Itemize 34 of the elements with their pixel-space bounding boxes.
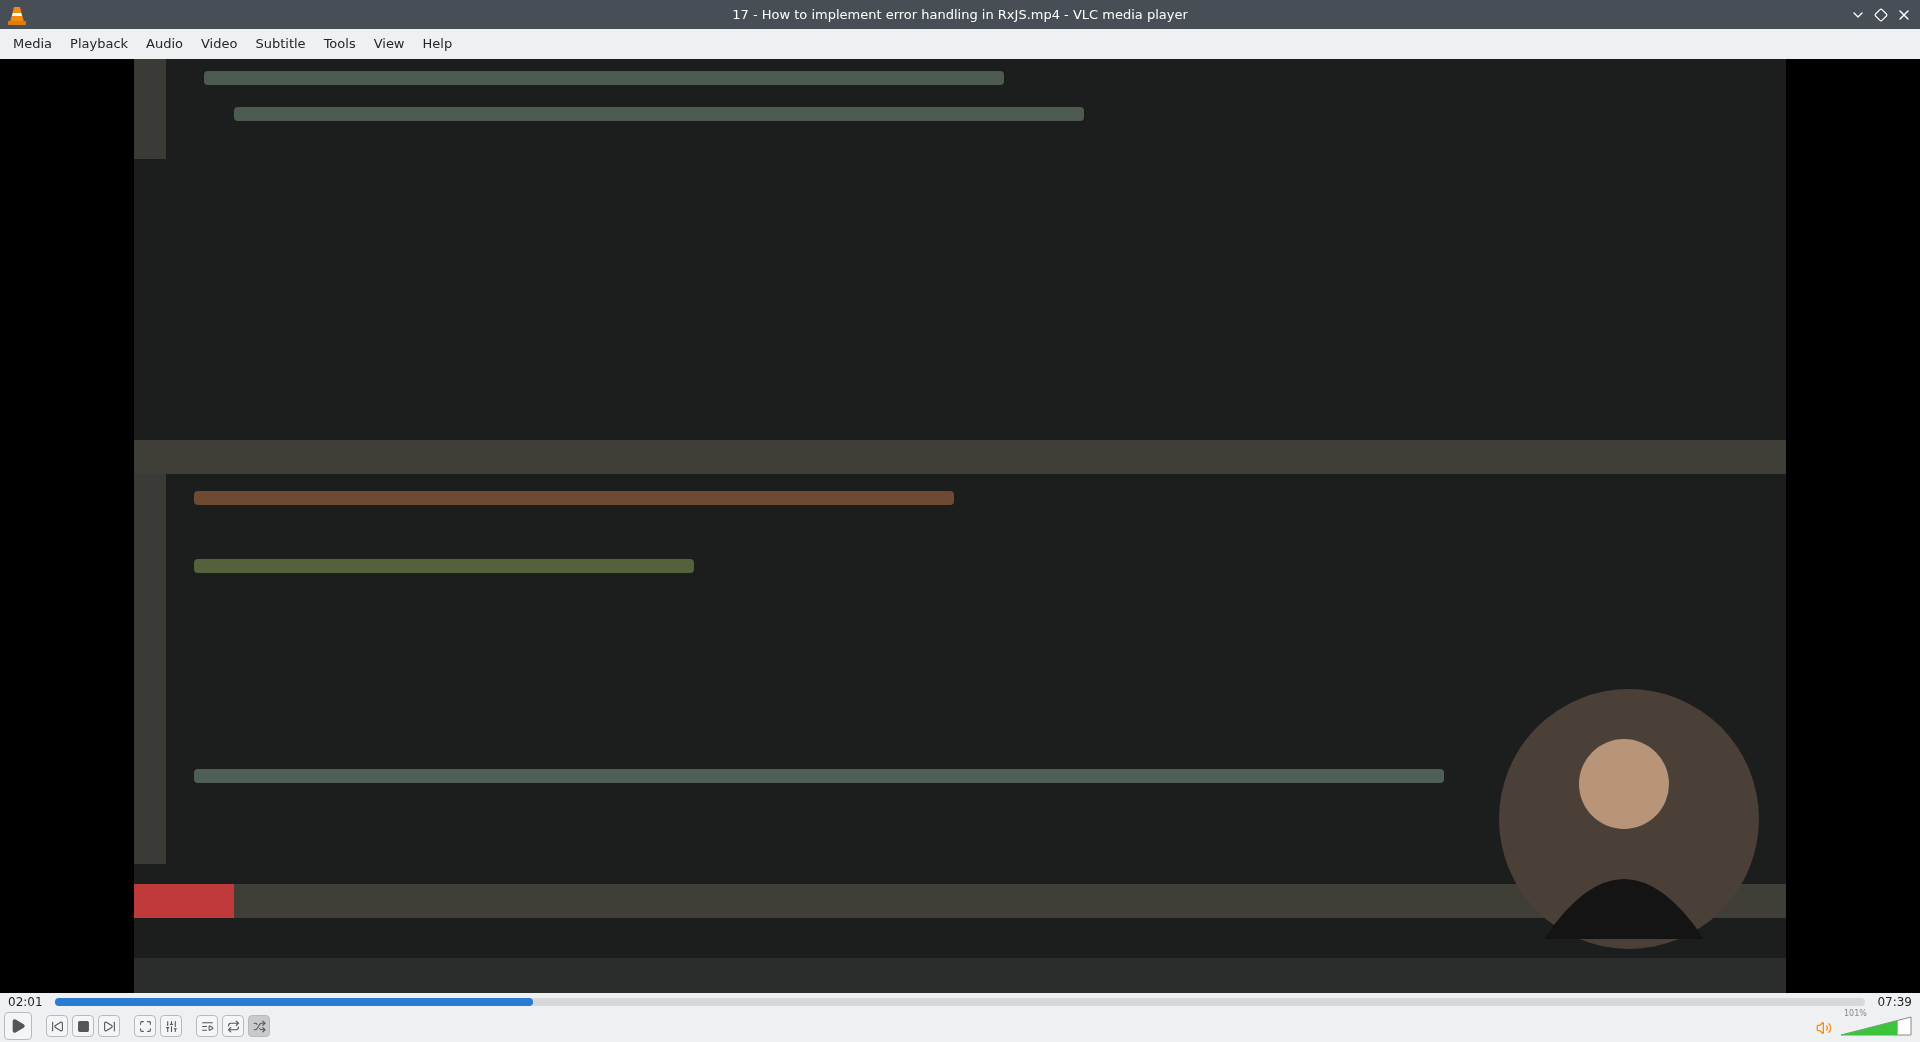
sliders-icon bbox=[164, 1019, 178, 1033]
total-time: 07:39 bbox=[1877, 993, 1912, 1011]
next-icon bbox=[102, 1019, 116, 1033]
menu-item[interactable]: Audio bbox=[137, 34, 192, 54]
fullscreen-icon bbox=[138, 1019, 152, 1033]
stop-icon bbox=[76, 1019, 90, 1033]
play-icon bbox=[10, 1018, 26, 1034]
next-button[interactable] bbox=[98, 1015, 120, 1037]
settings-button[interactable] bbox=[160, 1015, 182, 1037]
fullscreen-button[interactable] bbox=[134, 1015, 156, 1037]
playlist-icon bbox=[200, 1019, 214, 1033]
loop-button[interactable] bbox=[222, 1015, 244, 1037]
previous-button[interactable] bbox=[46, 1015, 68, 1037]
elapsed-time: 02:01 bbox=[8, 993, 43, 1011]
menu-item[interactable]: Video bbox=[192, 34, 247, 54]
stop-button[interactable] bbox=[72, 1015, 94, 1037]
shuffle-icon bbox=[252, 1019, 266, 1033]
menu-item[interactable]: View bbox=[364, 34, 414, 54]
volume-reading: 101% bbox=[1844, 1008, 1867, 1020]
traffic-cone-icon bbox=[8, 4, 26, 25]
menu-item[interactable]: Tools bbox=[314, 34, 365, 54]
maximize-icon[interactable] bbox=[1874, 7, 1888, 22]
seek-bar[interactable] bbox=[54, 997, 1866, 1006]
play-button[interactable] bbox=[4, 1012, 32, 1040]
menu-item[interactable]: Help bbox=[413, 34, 462, 54]
menu-item[interactable]: Playback bbox=[61, 34, 138, 54]
playlist-button[interactable] bbox=[196, 1015, 218, 1037]
loop-icon bbox=[226, 1019, 240, 1033]
volume-slider[interactable] bbox=[1840, 1016, 1912, 1036]
menu-item[interactable]: Media bbox=[4, 34, 62, 54]
menu-item[interactable]: Subtitle bbox=[246, 34, 315, 54]
shuffle-button[interactable] bbox=[248, 1015, 270, 1037]
window-title: 17 - How to implement error handling in RxJS.mp4 - VLC media player bbox=[732, 5, 1188, 24]
previous-icon bbox=[50, 1019, 64, 1033]
